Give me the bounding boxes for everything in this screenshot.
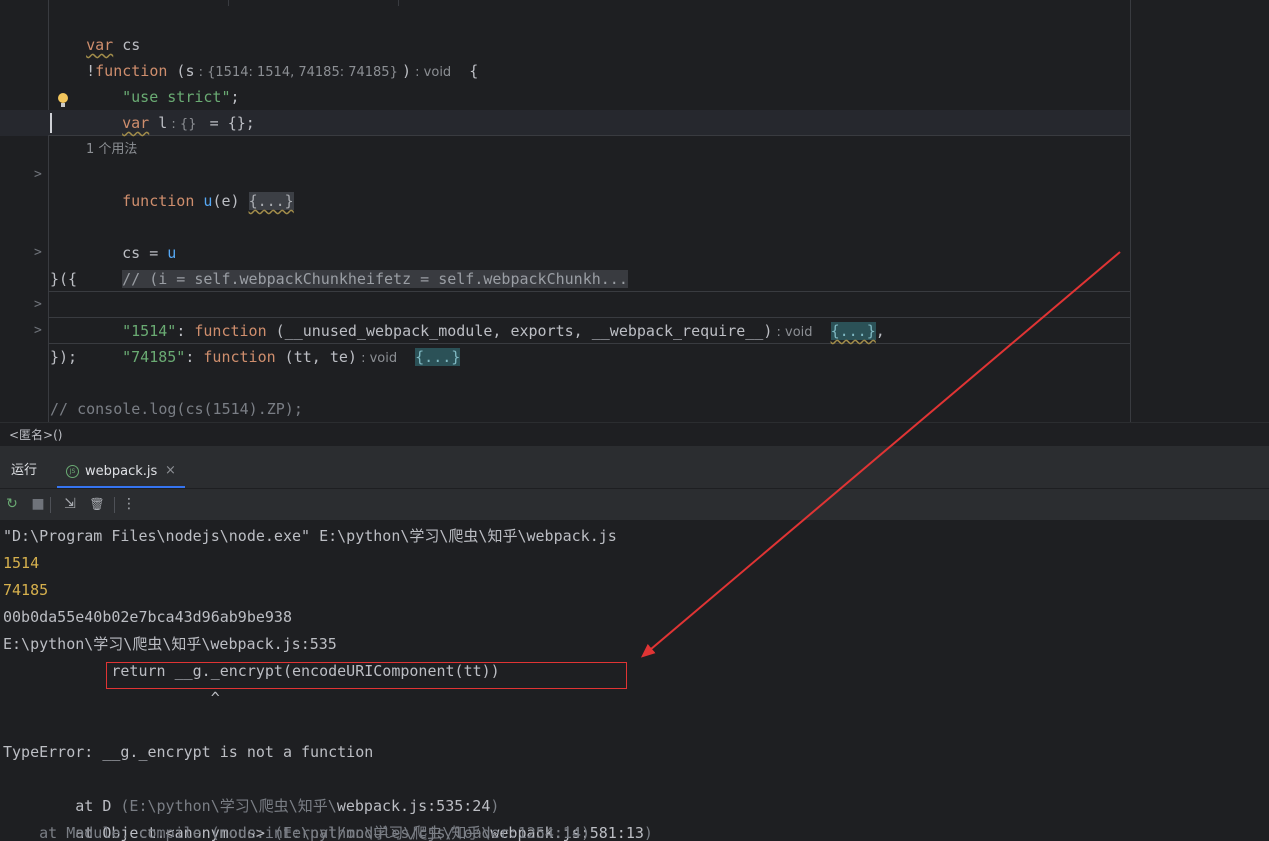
- code-line[interactable]: !function (s : {1514: 1514, 74185: 74185…: [50, 32, 478, 80]
- toolbar-divider: [50, 497, 51, 513]
- error-caret-line: ^: [3, 689, 220, 707]
- editor-top-strip: [0, 0, 1269, 6]
- code-line[interactable]: "74185": function (tt, te) : void {...}: [86, 318, 461, 366]
- folded-region[interactable]: {...}: [830, 322, 876, 340]
- breadcrumb[interactable]: <匿名>(): [0, 422, 1269, 446]
- clear-trash-icon[interactable]: 🗑: [88, 495, 106, 513]
- stop-icon[interactable]: ■: [29, 495, 47, 513]
- code-line[interactable]: // console.log(cs(1514).ZP);: [50, 396, 303, 422]
- console-output-line: 74185: [3, 581, 49, 599]
- right-margin-guide: [1130, 0, 1131, 422]
- fold-chevron-icon[interactable]: >: [34, 245, 42, 260]
- usage-count-hint[interactable]: 1 个用法: [86, 137, 137, 163]
- folded-region[interactable]: {...}: [415, 348, 461, 366]
- stack-trace-line: at Module._compile (node:internal/module…: [3, 824, 590, 841]
- console-command-line: "D:\Program Files\nodejs\node.exe" E:\py…: [3, 527, 617, 545]
- console-output-line: 00b0da55e40b02e7bca43d96ab9be938: [3, 608, 292, 626]
- code-line[interactable]: });: [50, 344, 77, 370]
- code-line[interactable]: // (i = self.webpackChunkheifetz = self.…: [86, 240, 628, 288]
- code-line[interactable]: var cs: [50, 6, 140, 54]
- fold-chevron-icon[interactable]: >: [34, 323, 42, 338]
- folded-comment[interactable]: // (i = self.webpackChunkheifetz = self.…: [122, 270, 628, 288]
- nodejs-file-icon: JS: [66, 465, 79, 478]
- error-location-link[interactable]: E:\python\学习\爬虫\知乎\webpack.js:535: [3, 631, 337, 658]
- annotation-highlight-box: [106, 662, 627, 689]
- inlay-return-hint: : void: [772, 325, 813, 340]
- more-options-icon[interactable]: ⋮: [120, 495, 138, 513]
- console-output-line: 1514: [3, 554, 40, 572]
- stack-trace-line: at D (E:\python\学习\爬虫\知乎\webpack.js:535:…: [39, 797, 500, 815]
- inlay-return-hint: : void: [356, 351, 398, 366]
- code-line[interactable]: }({: [50, 266, 77, 292]
- fold-chevron-icon[interactable]: >: [34, 167, 42, 182]
- inlay-return-hint: : void: [411, 65, 452, 80]
- stack-trace-line: at Object.<anonymous> (E:\python\学习\爬虫\知…: [39, 824, 653, 841]
- active-tab-indicator: [57, 486, 185, 488]
- inlay-type-hint: : {}: [167, 117, 201, 132]
- rerun-icon[interactable]: ↻: [3, 495, 21, 513]
- code-editor[interactable]: var cs !function (s : {1514: 1514, 74185…: [0, 0, 1269, 422]
- lightbulb-icon[interactable]: [58, 93, 68, 107]
- code-line[interactable]: "use strict";: [86, 58, 239, 106]
- run-tool-window-header: 运行 JS webpack.js ×: [0, 446, 1269, 489]
- code-line[interactable]: cs = u: [86, 214, 176, 262]
- toolbar-divider: [114, 497, 115, 513]
- text-caret: [50, 113, 52, 133]
- run-toolbar: ↻ ■ ⇲ 🗑 ⋮: [0, 489, 1269, 520]
- scroll-to-end-icon[interactable]: ⇲: [61, 495, 79, 513]
- fold-chevron-icon[interactable]: >: [34, 297, 42, 312]
- gutter-divider: [48, 0, 49, 422]
- folded-region[interactable]: {...}: [248, 192, 294, 210]
- code-line[interactable]: "1514": function (__unused_webpack_modul…: [86, 292, 885, 340]
- code-line[interactable]: function u(e) {...}: [86, 162, 294, 210]
- run-panel-title: 运行: [11, 463, 38, 478]
- console-output[interactable]: "D:\Program Files\nodejs\node.exe" E:\py…: [0, 520, 1269, 841]
- error-type-line: TypeError: __g._encrypt is not a functio…: [3, 743, 374, 761]
- code-line[interactable]: var l : {} = {};: [86, 84, 255, 132]
- close-tab-icon[interactable]: ×: [165, 463, 176, 478]
- tab-label: webpack.js: [85, 464, 158, 479]
- tab-webpack-js[interactable]: JS webpack.js ×: [57, 452, 185, 488]
